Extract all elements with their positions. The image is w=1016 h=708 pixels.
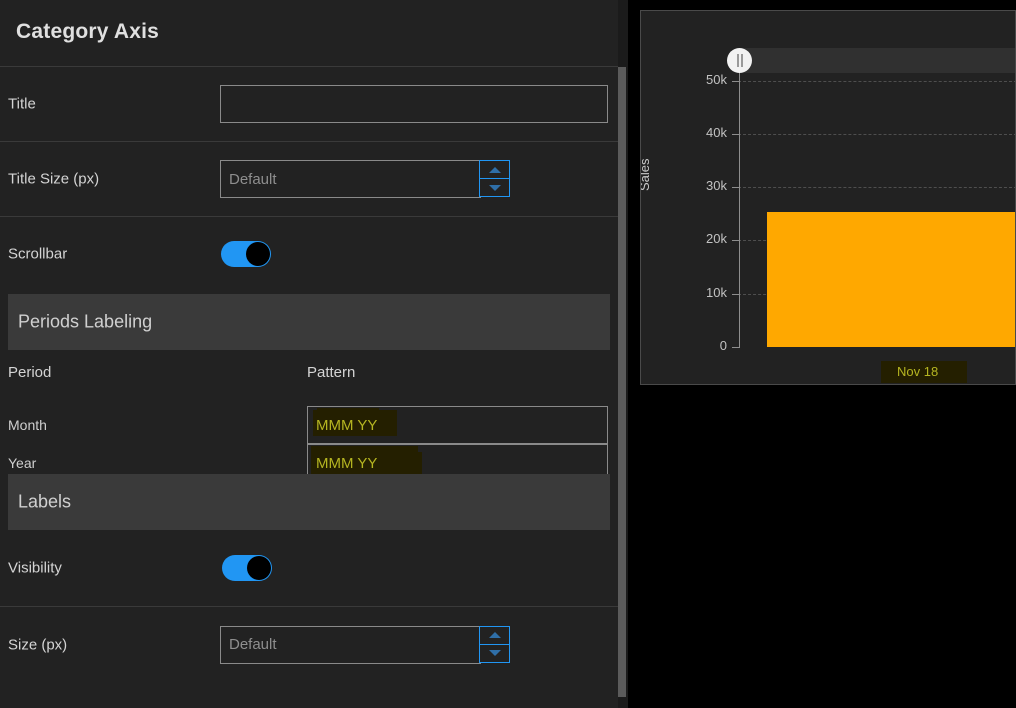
chart-preview-panel: 0 10k 20k 30k 40k 50k Sales Nov 18 — [640, 10, 1016, 385]
settings-panel-scrollbar[interactable] — [618, 0, 628, 708]
pattern-text-year: MMM YY — [316, 455, 378, 472]
setting-label-scrollbar: Scrollbar — [8, 245, 68, 262]
column-header-period: Period — [8, 364, 52, 381]
title-size-decrement-button[interactable] — [479, 178, 510, 197]
settings-panel-scrollbar-thumb[interactable] — [618, 67, 626, 697]
pattern-text-month: MMM YY — [316, 417, 378, 434]
grip-bar-icon — [741, 54, 743, 67]
y-axis-tick-label: 10k — [706, 284, 727, 300]
page-title: Category Axis — [16, 20, 160, 43]
grip-bar-icon — [737, 54, 739, 67]
gridline — [738, 187, 1015, 189]
triangle-down-icon — [488, 650, 501, 656]
toggle-knob — [246, 241, 270, 266]
setting-label-size: Size (px) — [8, 636, 68, 653]
y-axis-title: Sales — [640, 158, 652, 191]
y-axis-tick — [732, 133, 740, 135]
setting-label-title: Title — [8, 95, 36, 113]
y-axis-tick-label: 40k — [706, 124, 727, 140]
title-size-input[interactable] — [220, 160, 481, 198]
y-axis-tick — [732, 347, 740, 348]
scrollbar-toggle[interactable] — [221, 240, 271, 267]
title-size-increment-button[interactable] — [479, 160, 510, 179]
labels-visibility-toggle[interactable] — [222, 555, 272, 581]
section-header-labels: Labels — [8, 474, 610, 530]
section-title-labels: Labels — [18, 491, 72, 512]
y-axis-tick-label: 0 — [719, 338, 727, 353]
settings-list: Title Title Size (px) Default Scrollbar … — [0, 67, 618, 708]
triangle-up-icon — [488, 166, 501, 173]
setting-row-scrollbar: Scrollbar — [0, 217, 618, 290]
panel-header: Category Axis — [0, 0, 618, 67]
y-axis-tick-label: 30k — [706, 178, 727, 194]
period-row-month: Month MMM YY — [0, 406, 618, 444]
category-axis-scrollbar-grip[interactable] — [727, 48, 752, 73]
labels-size-stepper — [479, 625, 510, 664]
bar[interactable] — [767, 212, 1015, 347]
triangle-down-icon — [488, 184, 501, 191]
gridline — [738, 80, 1015, 82]
labels-size-input[interactable] — [220, 625, 481, 664]
title-input[interactable] — [220, 85, 608, 123]
toggle-knob — [247, 556, 271, 580]
setting-row-size: Size (px) — [0, 607, 618, 682]
y-axis-tick — [732, 187, 740, 189]
app-root: Category Axis Title Title Size (px) Defa… — [0, 0, 1016, 708]
y-axis-tick — [732, 240, 740, 242]
column-header-pattern: Pattern — [307, 364, 356, 381]
triangle-up-icon — [488, 632, 501, 638]
setting-label-visibility: Visibility — [8, 559, 62, 577]
labels-size-control — [220, 625, 510, 664]
labels-size-decrement-button[interactable] — [479, 643, 510, 663]
category-axis-label: Nov 18 — [897, 364, 939, 379]
setting-label-title-size: Title Size (px) — [8, 170, 100, 188]
gridline — [738, 133, 1015, 135]
period-label-year: Year — [8, 455, 37, 471]
setting-row-visibility: Visibility — [0, 530, 618, 607]
y-axis-tick-label: 50k — [706, 71, 727, 87]
y-axis-tick — [732, 80, 740, 82]
section-header-periods-labeling: Periods Labeling — [8, 294, 610, 350]
title-size-stepper — [479, 160, 510, 198]
y-axis-tick — [732, 293, 740, 295]
y-axis-tick-label: 20k — [706, 231, 727, 247]
setting-row-title: Title — [0, 67, 618, 142]
setting-row-title-size: Title Size (px) — [0, 142, 618, 217]
labels-size-increment-button[interactable] — [479, 625, 510, 645]
period-label-month: Month — [8, 417, 47, 433]
category-axis-settings-panel: Category Axis Title Title Size (px) Defa… — [0, 0, 618, 708]
y-axis-labels: 0 10k 20k 30k 40k 50k — [661, 11, 727, 384]
pattern-cell-month: MMM YY — [307, 406, 608, 444]
section-title-periods-labeling: Periods Labeling — [18, 311, 153, 332]
title-size-control — [220, 160, 510, 198]
periods-labeling-table: Period Pattern Month MMM YY Year MMM YY — [0, 350, 618, 482]
